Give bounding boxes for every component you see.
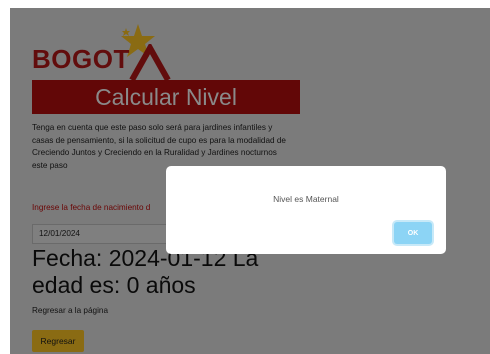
logo-a-mark [129, 44, 171, 82]
birthdate-input[interactable]: 12/01/2024 [32, 224, 182, 244]
page-title-bar: Calcular Nivel [32, 80, 300, 114]
intro-text-block: Tenga en cuenta que este paso solo será … [32, 122, 294, 172]
alert-modal: Nivel es Maternal OK [166, 166, 446, 254]
return-button[interactable]: Regresar [32, 330, 84, 352]
logo-text: BOGOT [32, 44, 130, 74]
modal-message: Nivel es Maternal [273, 194, 339, 204]
date-prompt-label: Ingrese la fecha de nacimiento d [32, 203, 151, 212]
bogota-logo: BOGOT [32, 22, 182, 82]
intro-text-tail: este paso [32, 160, 68, 170]
return-label: Regresar a la página [32, 306, 109, 315]
ok-button[interactable]: OK [394, 222, 432, 244]
page-title: Calcular Nivel [95, 83, 237, 110]
intro-text: Tenga en cuenta que este paso solo será … [32, 123, 286, 157]
